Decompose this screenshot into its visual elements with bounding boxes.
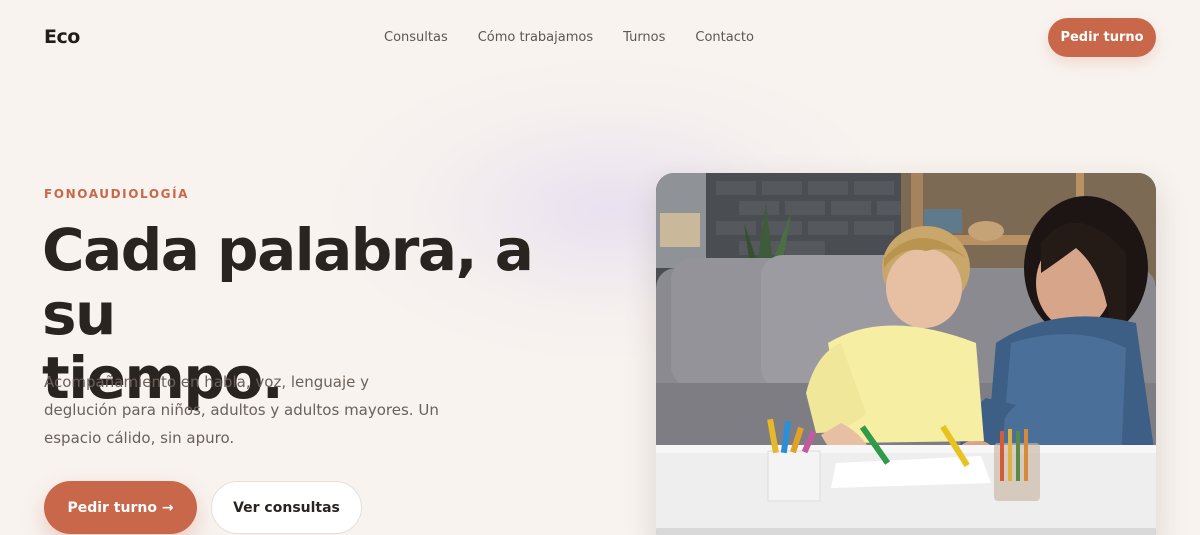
header-book-button[interactable]: Pedir turno (1048, 18, 1156, 57)
nav-item-consultas[interactable]: Consultas (384, 30, 448, 45)
brand-logo[interactable]: Eco (44, 26, 80, 48)
hero-book-button[interactable]: Pedir turno → (44, 481, 197, 534)
hero-title-line-1: Cada palabra, a su (42, 216, 534, 348)
hero-services-button[interactable]: Ver consultas (211, 481, 362, 534)
hero-photo (656, 173, 1156, 535)
nav-item-contacto[interactable]: Contacto (695, 30, 754, 45)
hero-eyebrow: FONOAUDIOLOGÍA (44, 187, 190, 201)
nav-item-como-trabajamos[interactable]: Cómo trabajamos (478, 30, 593, 45)
site-header: Eco Consultas Cómo trabajamos Turnos Con… (0, 0, 1200, 78)
main-nav: Consultas Cómo trabajamos Turnos Contact… (384, 30, 754, 45)
hero-subtitle: Acompañamiento en habla, voz, lenguaje y… (44, 373, 439, 447)
nav-item-turnos[interactable]: Turnos (623, 30, 665, 45)
